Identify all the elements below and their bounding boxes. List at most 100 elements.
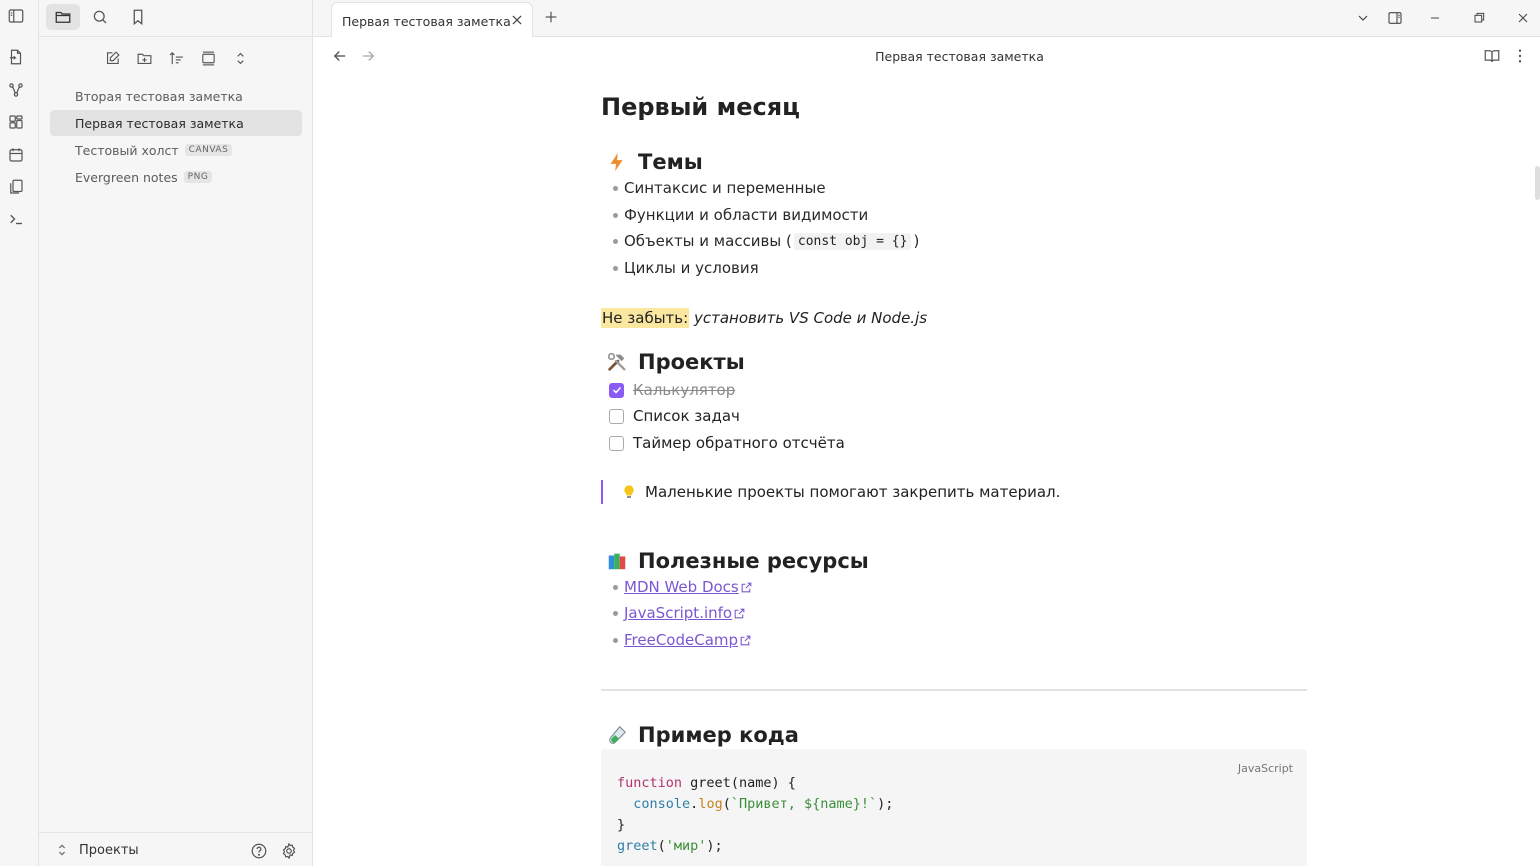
bookmarks-tab-button[interactable] bbox=[121, 4, 155, 30]
list-item-text: Циклы и условия bbox=[624, 259, 759, 277]
code-token: } bbox=[617, 817, 626, 833]
scrollbar-thumb[interactable] bbox=[1535, 166, 1540, 200]
external-link-freecodecamp[interactable]: FreeCodeCamp bbox=[624, 631, 738, 649]
folder-icon bbox=[55, 11, 71, 23]
external-link-javascript-info[interactable]: JavaScript.info bbox=[624, 604, 732, 622]
chevron-down-icon bbox=[1358, 15, 1368, 21]
ribbon bbox=[0, 0, 39, 866]
code-example-heading-text: Пример кода bbox=[638, 723, 799, 747]
projects-heading-text: Проекты bbox=[638, 350, 745, 374]
close-window-button[interactable] bbox=[1514, 9, 1532, 27]
new-folder-button[interactable] bbox=[132, 46, 156, 70]
code-token: function bbox=[617, 775, 683, 791]
close-tab-icon[interactable] bbox=[510, 13, 524, 27]
note-heading-h1: Первый месяц bbox=[601, 93, 800, 121]
list-item: FreeCodeCamp bbox=[613, 631, 752, 649]
vault-footer: Проекты bbox=[39, 832, 313, 866]
minimize-window-button[interactable] bbox=[1426, 9, 1444, 27]
tab-bar: Первая тестовая заметка bbox=[313, 0, 1540, 38]
task-label: Таймер обратного отсчёта bbox=[633, 434, 845, 452]
chevrons-up-down-icon bbox=[236, 52, 244, 64]
canvas-icon[interactable] bbox=[5, 111, 27, 133]
blockquote: Маленькие проекты помогают закрепить мат… bbox=[601, 480, 1060, 504]
settings-button[interactable] bbox=[279, 841, 299, 861]
sort-icon bbox=[169, 51, 183, 64]
gear-icon bbox=[282, 842, 296, 860]
task-checkbox[interactable] bbox=[609, 435, 624, 451]
external-link-icon bbox=[741, 582, 752, 592]
sidebar-tab-header bbox=[39, 0, 313, 37]
reminder-paragraph: Не забыть: установить VS Code и Node.js bbox=[601, 308, 928, 328]
external-link-icon bbox=[740, 635, 751, 645]
vault-switcher-chevron-icon[interactable] bbox=[54, 842, 70, 858]
file-list: Вторая тестовая заметка Первая тестовая … bbox=[50, 83, 302, 191]
file-item-evergreen-notes[interactable]: Evergreen notes PNG bbox=[50, 164, 302, 190]
task-checkbox[interactable] bbox=[609, 408, 624, 424]
italic-text: установить VS Code и Node.js bbox=[693, 309, 928, 327]
code-token: ( bbox=[657, 838, 666, 854]
sort-order-button[interactable] bbox=[164, 46, 188, 70]
restore-window-button[interactable] bbox=[1470, 9, 1488, 27]
list-item-text: Объекты и массивы ( bbox=[624, 232, 792, 250]
help-icon bbox=[251, 843, 267, 859]
search-icon bbox=[93, 10, 107, 24]
file-name: Вторая тестовая заметка bbox=[75, 88, 243, 104]
code-example-heading: Пример кода bbox=[605, 723, 799, 747]
vault-name[interactable]: Проекты bbox=[79, 843, 139, 858]
task-label: Калькулятор bbox=[633, 381, 736, 399]
collapse-all-button[interactable] bbox=[228, 46, 252, 70]
right-sidebar-toggle[interactable] bbox=[1386, 9, 1404, 27]
graph-view-icon[interactable] bbox=[5, 79, 27, 101]
files-tab-button[interactable] bbox=[46, 4, 80, 30]
file-name: Первая тестовая заметка bbox=[75, 115, 244, 131]
code-token: (name) { bbox=[730, 775, 796, 791]
list-item: Объекты и массивы (const obj = {}) bbox=[613, 232, 919, 250]
file-item-second-note[interactable]: Вторая тестовая заметка bbox=[50, 83, 302, 109]
reveal-file-icon bbox=[201, 51, 215, 65]
list-item: Синтаксис и переменные bbox=[613, 179, 826, 197]
file-name: Тестовый холст bbox=[75, 142, 179, 158]
note-content[interactable]: Первый месяц Темы Синтаксис и переменные… bbox=[601, 75, 1307, 866]
sidebar-toggle-icon[interactable] bbox=[5, 5, 27, 27]
reading-view-book-icon[interactable] bbox=[1483, 47, 1501, 65]
new-tab-plus-icon[interactable] bbox=[543, 9, 559, 25]
code-token: ( bbox=[722, 796, 731, 812]
view-header: Первая тестовая заметка bbox=[313, 37, 1540, 75]
help-button[interactable] bbox=[249, 841, 269, 861]
task-label: Список задач bbox=[633, 407, 740, 425]
new-note-button[interactable] bbox=[100, 46, 124, 70]
view-header-title[interactable]: Первая тестовая заметка bbox=[313, 49, 1540, 64]
close-icon bbox=[1518, 13, 1528, 23]
code-block[interactable]: JavaScript function greet(name) { consol… bbox=[601, 749, 1307, 866]
minimize-icon bbox=[1431, 17, 1439, 19]
restore-icon bbox=[1474, 12, 1485, 23]
tab-active-note[interactable]: Первая тестовая заметка bbox=[331, 2, 533, 38]
task-checkbox[interactable] bbox=[609, 382, 624, 398]
external-link-mdn[interactable]: MDN Web Docs bbox=[624, 578, 739, 596]
topics-heading-text: Темы bbox=[638, 150, 703, 174]
list-item-text: Синтаксис и переменные bbox=[624, 179, 826, 197]
external-link-icon bbox=[734, 608, 745, 618]
list-item: Функции и области видимости bbox=[613, 206, 868, 224]
auto-reveal-button[interactable] bbox=[196, 46, 220, 70]
inline-code: const obj = {} bbox=[793, 232, 912, 250]
task-item: Список задач bbox=[609, 407, 740, 425]
file-item-first-note[interactable]: Первая тестовая заметка bbox=[50, 110, 302, 136]
hammer-wrench-icon bbox=[605, 350, 629, 374]
list-item-suffix: ) bbox=[913, 232, 920, 250]
file-type-badge: CANVAS bbox=[184, 144, 233, 156]
lightbulb-icon bbox=[624, 485, 634, 498]
open-quick-switcher-icon[interactable] bbox=[5, 46, 27, 68]
more-options-icon[interactable] bbox=[1511, 47, 1529, 65]
check-icon bbox=[612, 386, 621, 394]
file-item-test-canvas[interactable]: Тестовый холст CANVAS bbox=[50, 137, 302, 163]
search-tab-button[interactable] bbox=[83, 4, 117, 30]
highlighted-text: Не забыть: bbox=[601, 308, 690, 328]
file-explorer-toolbar bbox=[39, 46, 313, 70]
tab-list-dropdown[interactable] bbox=[1354, 9, 1372, 27]
command-palette-icon[interactable] bbox=[5, 208, 27, 230]
test-tube-icon bbox=[605, 723, 629, 747]
templates-icon[interactable] bbox=[5, 176, 27, 198]
daily-note-calendar-icon[interactable] bbox=[5, 144, 27, 166]
right-sidebar-icon bbox=[1388, 12, 1402, 24]
